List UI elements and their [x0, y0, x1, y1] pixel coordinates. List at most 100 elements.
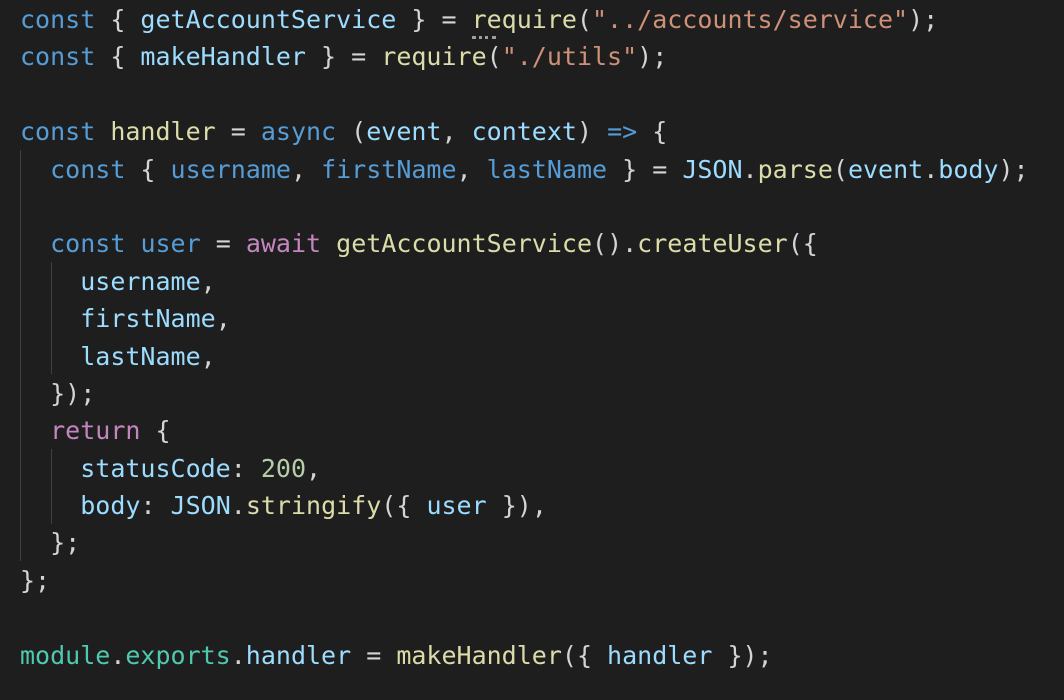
- code-token: handler: [245, 640, 352, 670]
- code-token: ,: [441, 117, 472, 147]
- code-token: .: [230, 640, 246, 670]
- code-token: const: [50, 229, 126, 259]
- code-token: };: [20, 565, 51, 595]
- code-token: return: [50, 416, 141, 446]
- code-line-9[interactable]: firstName,: [20, 300, 1064, 337]
- code-line-16[interactable]: };: [20, 562, 1064, 599]
- code-token: {: [637, 117, 668, 147]
- code-token: user: [426, 491, 487, 521]
- code-token: .: [742, 154, 758, 184]
- code-token: parse: [757, 154, 833, 184]
- code-token: (: [576, 5, 592, 34]
- code-token: =: [351, 640, 397, 670]
- code-token: :: [230, 453, 261, 483]
- code-token: });: [712, 640, 773, 670]
- code-line-6[interactable]: [20, 188, 1064, 225]
- code-token: );: [998, 154, 1029, 184]
- code-token: {: [140, 416, 171, 446]
- code-editor[interactable]: const { getAccountService } = require(".…: [0, 0, 1064, 700]
- code-line-8[interactable]: username,: [20, 263, 1064, 300]
- code-token: stringify: [245, 491, 382, 521]
- code-token: ({: [561, 640, 608, 670]
- code-line-3[interactable]: [20, 76, 1064, 113]
- code-line-5[interactable]: const { username, firstName, lastName } …: [20, 151, 1064, 188]
- code-line-4[interactable]: const handler = async (event, context) =…: [20, 113, 1064, 150]
- code-token: } =: [396, 5, 472, 34]
- code-token: {: [125, 154, 171, 184]
- code-line-10[interactable]: lastName,: [20, 338, 1064, 375]
- code-token: username: [80, 266, 201, 296]
- code-token: firstName: [80, 304, 216, 334]
- code-line-1[interactable]: const { getAccountService } = require(".…: [20, 1, 1064, 38]
- code-token: "../accounts/service": [591, 5, 909, 34]
- code-token: "./utils": [501, 42, 638, 72]
- code-token: exports: [125, 640, 231, 670]
- code-token: statusCode: [80, 453, 231, 483]
- code-token: ,: [290, 154, 322, 184]
- code-token: );: [908, 5, 939, 34]
- code-lines[interactable]: const { getAccountService } = require(".…: [20, 1, 1064, 674]
- code-token: async: [260, 117, 337, 147]
- code-token: event: [847, 154, 924, 184]
- code-token: {: [95, 42, 141, 72]
- code-token: const: [20, 117, 96, 147]
- code-token: );: [637, 42, 668, 72]
- code-token: (: [832, 154, 848, 184]
- code-token: body: [938, 154, 999, 184]
- code-token: } =: [607, 154, 683, 184]
- code-token: JSON: [682, 154, 743, 184]
- code-token: ({: [787, 229, 818, 259]
- indent-guide-level-2-return: [51, 449, 52, 524]
- code-token: user: [140, 229, 201, 259]
- code-token: handler: [110, 117, 216, 147]
- code-token: :: [140, 491, 171, 521]
- code-token: {: [95, 5, 141, 34]
- code-line-14[interactable]: body: JSON.stringify({ user }),: [20, 487, 1064, 524]
- code-token: makeHandler: [140, 42, 306, 72]
- code-line-17[interactable]: [20, 599, 1064, 636]
- code-token: username: [170, 154, 291, 184]
- code-token: const: [20, 5, 96, 34]
- code-token: ,: [200, 266, 216, 296]
- code-token: 200: [260, 453, 306, 483]
- code-token: require: [471, 5, 577, 34]
- code-token: (: [486, 42, 502, 72]
- code-token: context: [471, 117, 577, 147]
- code-line-7[interactable]: const user = await getAccountService().c…: [20, 225, 1064, 262]
- code-token: =: [215, 117, 261, 147]
- code-token: const: [20, 42, 96, 72]
- code-line-12[interactable]: return {: [20, 412, 1064, 449]
- code-token: JSON: [170, 491, 231, 521]
- code-token: event: [366, 117, 442, 147]
- code-line-2[interactable]: const { makeHandler } = require("./utils…: [20, 38, 1064, 75]
- code-token: ().: [592, 229, 638, 259]
- code-token: await: [245, 229, 322, 259]
- code-token: const: [50, 154, 126, 184]
- code-line-18[interactable]: module.exports.handler = makeHandler({ h…: [20, 637, 1064, 674]
- code-token: ({: [381, 491, 427, 521]
- code-token: lastName: [80, 341, 201, 371]
- code-token: ): [576, 117, 608, 147]
- code-token: =: [200, 229, 246, 259]
- code-token: body: [80, 491, 141, 521]
- code-token: .: [230, 491, 246, 521]
- code-token: require: [381, 42, 487, 72]
- code-token: lastName: [486, 154, 608, 184]
- code-line-15[interactable]: };: [20, 524, 1064, 561]
- code-line-13[interactable]: statusCode: 200,: [20, 450, 1064, 487]
- code-token: getAccountService: [336, 229, 593, 259]
- code-token: ,: [215, 304, 231, 334]
- code-token: makeHandler: [396, 640, 562, 670]
- code-token: createUser: [637, 229, 788, 259]
- code-token: handler: [607, 640, 713, 670]
- code-token: ,: [456, 154, 487, 184]
- code-token: (: [336, 117, 367, 147]
- code-line-11[interactable]: });: [20, 375, 1064, 412]
- code-token: firstName: [321, 154, 457, 184]
- code-token: .: [110, 640, 126, 670]
- code-token: } =: [306, 42, 382, 72]
